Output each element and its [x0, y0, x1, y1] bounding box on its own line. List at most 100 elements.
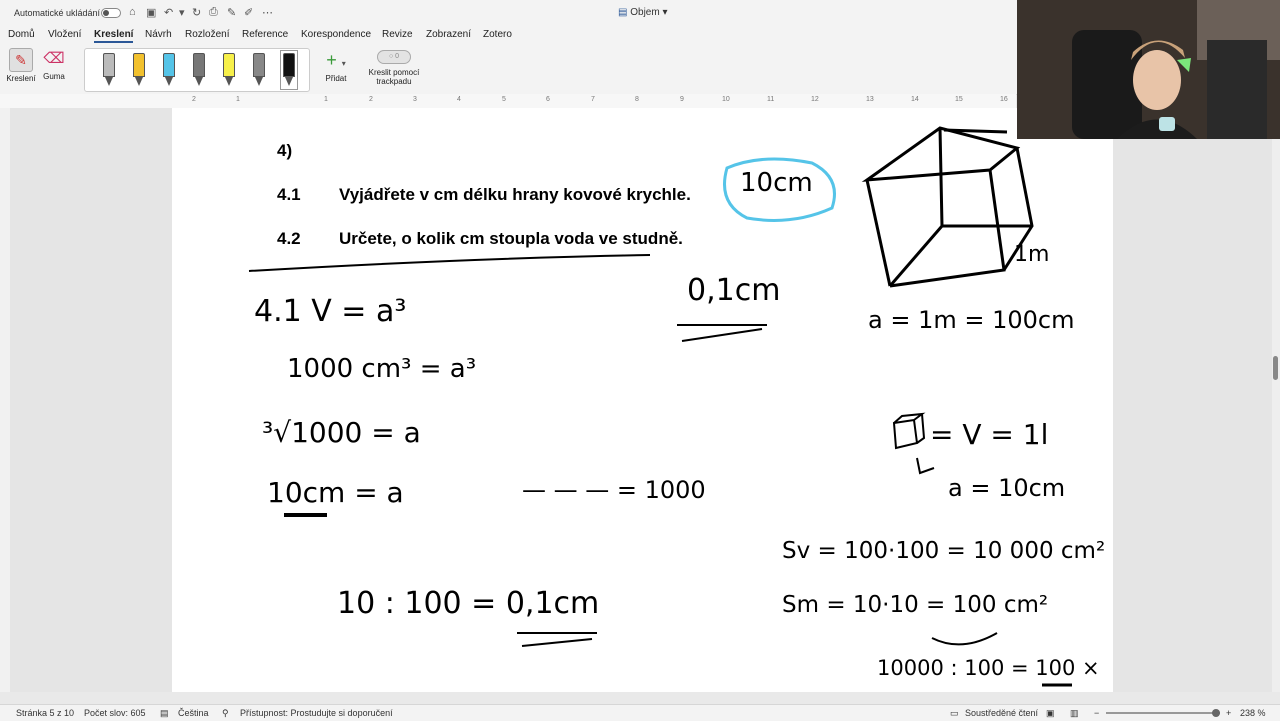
- ruler-mark: 13: [866, 96, 874, 103]
- scrollbar-thumb[interactable]: [1273, 356, 1278, 380]
- trackpad-label-1: Kreslit pomocí: [368, 68, 420, 77]
- eraser-button[interactable]: ⌫ Guma: [40, 48, 68, 81]
- ink-a-10cm: a = 10cm: [948, 474, 1066, 502]
- cube-drawing: [861, 126, 1034, 288]
- ruler-mark: 6: [546, 96, 550, 103]
- ink-1m: 1m: [1014, 242, 1050, 267]
- tab-zotero[interactable]: Zotero: [483, 29, 512, 40]
- doc-icon: ▤: [618, 7, 631, 18]
- redo-icon[interactable]: ↻: [192, 6, 201, 19]
- ruler-mark: 9: [680, 96, 684, 103]
- ruler-mark: 3: [413, 96, 417, 103]
- zoom-in-icon[interactable]: +: [1226, 708, 1231, 718]
- document-title: ▤ Objem ▾: [618, 7, 668, 18]
- vertical-scrollbar[interactable]: [1272, 108, 1280, 692]
- pen-dark-gray[interactable]: [253, 53, 265, 87]
- autosave-label: Automatické ukládání: [14, 8, 101, 18]
- more-icon[interactable]: ⋯: [262, 6, 273, 19]
- pencil-gray[interactable]: [193, 53, 205, 87]
- ruler-mark: 12: [811, 96, 819, 103]
- add-pen-label: Přidat: [325, 74, 347, 83]
- print-icon[interactable]: ⎙: [209, 6, 218, 19]
- document-page[interactable]: 4) 4.1 Vyjádřete v cm délku hrany kovové…: [172, 108, 1113, 692]
- spelling-icon[interactable]: ▤: [160, 708, 169, 719]
- pen-cyan-body: [163, 53, 175, 77]
- small-cube-icon: [892, 412, 926, 450]
- word-count[interactable]: Počet slov: 605: [84, 708, 146, 718]
- pen-black[interactable]: [280, 50, 298, 90]
- ink-underline: [517, 632, 597, 647]
- highlighter-yellow[interactable]: [223, 53, 235, 87]
- highlighter-yellow-body: [223, 53, 235, 77]
- ruler-mark: 5: [502, 96, 506, 103]
- print-layout-icon[interactable]: ▣: [1046, 708, 1055, 719]
- pen-yellow[interactable]: [133, 53, 145, 87]
- web-layout-icon[interactable]: ▥: [1070, 708, 1079, 719]
- tab-mailings[interactable]: Korespondence: [301, 29, 371, 40]
- tab-review[interactable]: Revize: [382, 29, 413, 40]
- ink-10000-div-100: 10000 : 100 = 100 ×: [877, 656, 1100, 680]
- tab-view[interactable]: Zobrazení: [426, 29, 471, 40]
- draw-button[interactable]: ✎ Kreslení: [6, 48, 36, 83]
- ruler-mark: 10: [722, 96, 730, 103]
- draw-tool-icon: ✎: [9, 48, 33, 72]
- trackpad-toggle[interactable]: ○ 0: [377, 50, 411, 64]
- trackpad-label-2: trackpadu: [376, 77, 412, 86]
- pen-yellow-body: [133, 53, 145, 77]
- ink-squiggle: [931, 632, 998, 646]
- ink-area-small: Sm = 10·10 = 100 cm²: [782, 592, 1049, 618]
- autosave-toggle[interactable]: [101, 8, 121, 18]
- ruler-mark: 15: [955, 96, 963, 103]
- accessibility-hint[interactable]: Přístupnost: Prostudujte si doporučení: [240, 708, 393, 718]
- pen-cyan[interactable]: [163, 53, 175, 87]
- ruler-mark: 16: [1000, 96, 1008, 103]
- plus-icon: + ▾: [326, 50, 346, 70]
- ink-1000cm3: 1000 cm³ = a³: [287, 354, 477, 384]
- highlighter-yellow-tip: [225, 77, 233, 86]
- ink-cube-root: ³√1000 = a: [262, 416, 421, 449]
- zoom-out-icon[interactable]: −: [1094, 708, 1099, 718]
- accessibility-icon[interactable]: ⚲: [222, 708, 229, 719]
- pen-gray-body: [103, 53, 115, 77]
- home-icon[interactable]: ⌂: [129, 6, 136, 18]
- tab-design[interactable]: Návrh: [145, 29, 172, 40]
- pen-gray[interactable]: [103, 53, 115, 87]
- ruler-mark: 11: [767, 96, 775, 103]
- tab-layout[interactable]: Rozložení: [185, 29, 229, 40]
- focus-mode-icon[interactable]: ▭: [950, 708, 959, 719]
- ruler-mark: 2: [192, 96, 196, 103]
- zoom-slider-thumb[interactable]: [1212, 709, 1220, 717]
- pen-dark-gray-body: [253, 53, 265, 77]
- ink-underline: [681, 328, 763, 342]
- pencil-gray-body: [193, 53, 205, 77]
- ruler-mark: 4: [457, 96, 461, 103]
- ink-answer-10cm: 10cm: [740, 168, 813, 198]
- pen-cyan-tip: [165, 77, 173, 86]
- page-count[interactable]: Stránka 5 z 10: [16, 708, 74, 718]
- zoom-level[interactable]: 238 %: [1240, 708, 1266, 718]
- ruler-mark: 1: [324, 96, 328, 103]
- status-bar: Stránka 5 z 10 Počet slov: 605 ▤ Čeština…: [0, 704, 1280, 721]
- draw-with-trackpad[interactable]: ○ 0 Kreslit pomocí trackpadu: [366, 50, 422, 86]
- undo-icon[interactable]: ↶: [164, 6, 173, 19]
- focus-mode[interactable]: Soustředěné čtení: [965, 708, 1038, 718]
- webcam-person-image: [1017, 0, 1280, 139]
- webcam-overlay: [1017, 0, 1280, 139]
- draw-pen-icon[interactable]: ✎: [227, 6, 236, 19]
- pen-yellow-tip: [135, 77, 143, 86]
- zoom-slider[interactable]: [1106, 712, 1220, 714]
- horizontal-ruler[interactable]: 2 1 1 2 3 4 5 6 7 8 9 10 11 12 13 14 15 …: [0, 94, 1016, 109]
- format-painter-icon[interactable]: ✐: [244, 6, 253, 19]
- add-pen-button[interactable]: + ▾ Přidat: [318, 50, 354, 83]
- save-icon[interactable]: ▣: [146, 6, 156, 19]
- language-status[interactable]: Čeština: [178, 708, 209, 718]
- tab-home[interactable]: Domů: [8, 29, 35, 40]
- tab-insert[interactable]: Vložení: [48, 29, 81, 40]
- ruler-mark: 2: [369, 96, 373, 103]
- tab-references[interactable]: Reference: [242, 29, 288, 40]
- ink-final-division: 10 : 100 = 0,1cm: [337, 586, 600, 621]
- ink-dashes-1000: — — — = 1000: [522, 476, 706, 504]
- tab-draw[interactable]: Kreslení: [94, 29, 134, 43]
- undo-dropdown-icon[interactable]: ▾: [179, 6, 185, 19]
- ink-arrow: [916, 457, 935, 475]
